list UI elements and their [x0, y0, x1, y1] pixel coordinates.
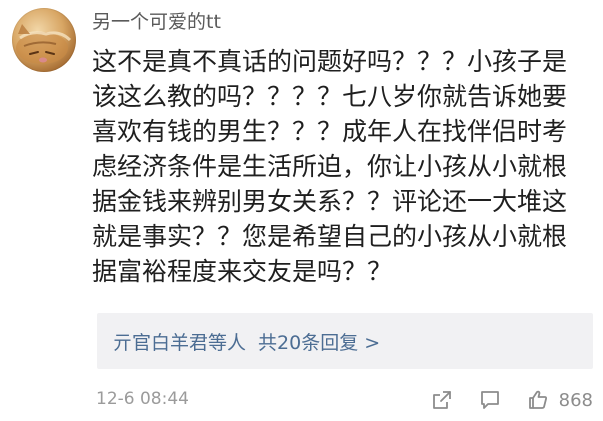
- comment-line: 据金钱来辨别男女关系？？评论还一大堆这: [92, 187, 568, 216]
- comment-icon[interactable]: [477, 387, 503, 413]
- comment-line: 就是事实？？您是希望自己的小孩从小就根: [92, 222, 568, 251]
- comment-username[interactable]: 另一个可爱的tt: [92, 10, 221, 34]
- comment-line: 这不是真不真话的问题好吗？？？小孩子是: [92, 47, 568, 76]
- comment-actions: 868: [407, 386, 593, 414]
- comment-line: 喜欢有钱的男生？？？成年人在找伴侣时考: [92, 117, 568, 146]
- share-icon[interactable]: [429, 387, 455, 413]
- replies-link[interactable]: 亓官白羊君等人 共20条回复 >: [97, 313, 593, 369]
- comment-body: 这不是真不真话的问题好吗？？？小孩子是 该这么教的吗？？？？七八岁你就告诉她要 …: [92, 44, 592, 289]
- comment-timestamp: 12-6 08:44: [96, 389, 189, 409]
- reply-count[interactable]: 共20条回复 >: [258, 328, 380, 355]
- comment-line: 虑经济条件是生活所迫，你让小孩从小就根: [92, 152, 568, 181]
- comment-footer: 12-6 08:44 868: [92, 386, 597, 414]
- comment-line: 该这么教的吗？？？？七八岁你就告诉她要: [92, 82, 568, 111]
- comment-line: 据富裕程度来交友是吗？？: [92, 257, 393, 286]
- thumbs-up-icon[interactable]: [525, 387, 551, 413]
- avatar[interactable]: [12, 8, 76, 72]
- reply-users[interactable]: 亓官白羊君等人: [113, 328, 246, 355]
- cat-avatar-icon: [16, 24, 72, 64]
- like-count: 868: [558, 389, 593, 411]
